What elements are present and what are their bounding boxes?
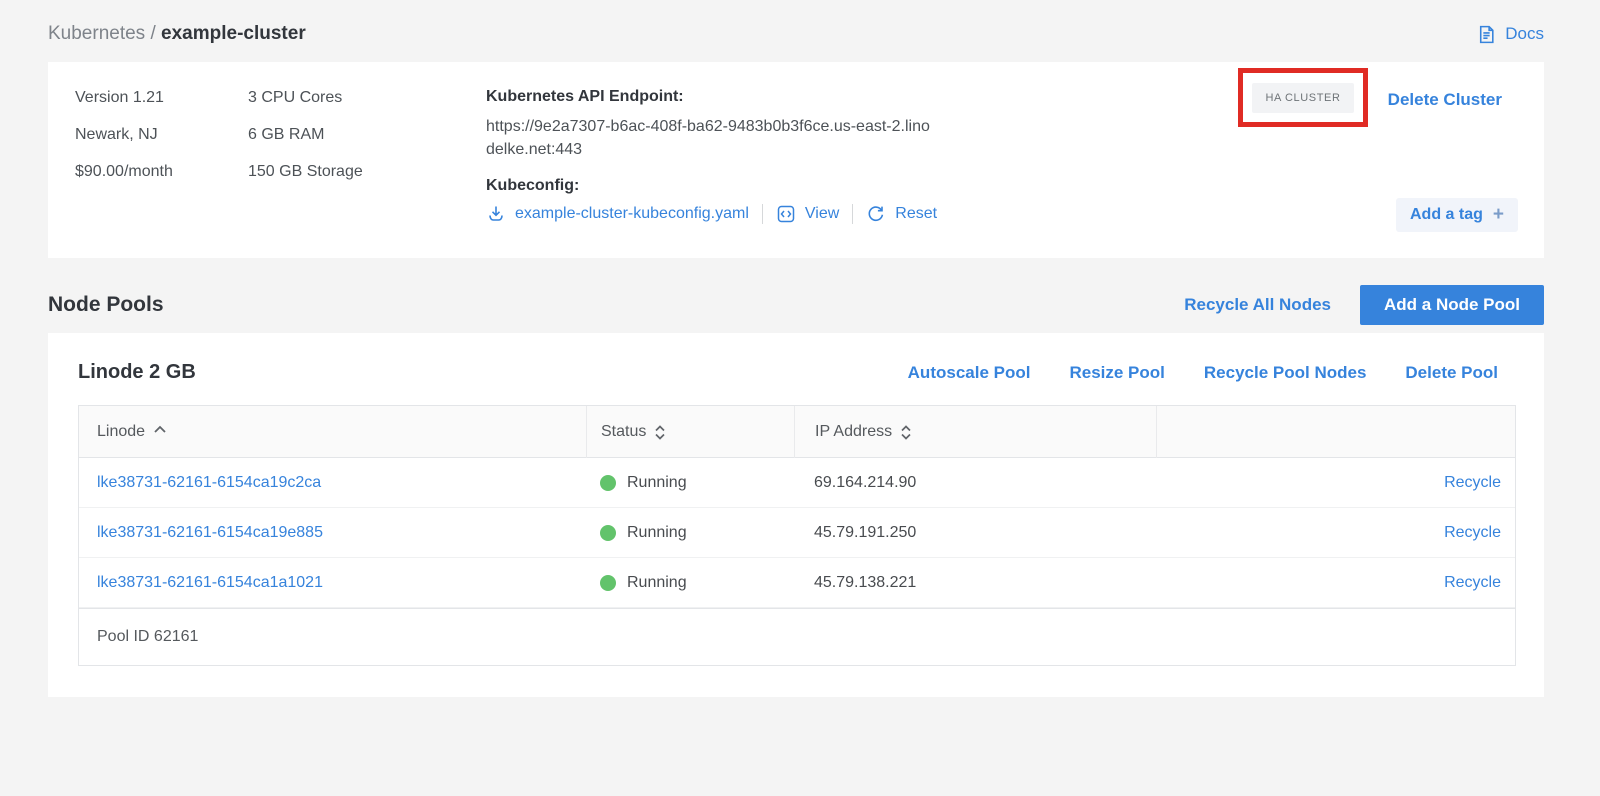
node-pool-card: Linode 2 GB Autoscale Pool Resize Pool R… xyxy=(48,333,1544,697)
download-icon xyxy=(486,204,506,224)
kubeconfig-filename: example-cluster-kubeconfig.yaml xyxy=(515,205,749,223)
breadcrumb-separator: / xyxy=(150,23,155,44)
column-header-linode[interactable]: Linode xyxy=(79,406,586,458)
kubeconfig-view-link[interactable]: View xyxy=(776,204,839,224)
reset-icon xyxy=(866,204,886,224)
delete-cluster-button[interactable]: Delete Cluster xyxy=(1388,90,1502,110)
resize-pool-button[interactable]: Resize Pool xyxy=(1069,363,1164,383)
kubeconfig-label: Kubeconfig: xyxy=(486,177,946,195)
divider xyxy=(852,204,853,224)
cluster-specs: Version 1.21 Newark, NJ $90.00/month 3 C… xyxy=(75,88,478,181)
table-row: lke38731-62161-6154ca19c2ca Running 69.1… xyxy=(79,458,1515,508)
add-tag-label: Add a tag xyxy=(1410,206,1483,224)
column-label: IP Address xyxy=(815,423,892,441)
spec-ram: 6 GB RAM xyxy=(248,126,478,144)
status-running-icon xyxy=(600,525,616,541)
status-running-icon xyxy=(600,475,616,491)
breadcrumb-cluster-name: example-cluster xyxy=(161,23,306,44)
status-label: Running xyxy=(627,524,687,542)
add-node-pool-button[interactable]: Add a Node Pool xyxy=(1360,285,1544,325)
column-label: Linode xyxy=(97,423,145,441)
breadcrumb: Kubernetes / example-cluster xyxy=(48,23,306,45)
pool-id-footer: Pool ID 62161 xyxy=(79,608,1515,665)
recycle-all-nodes-button[interactable]: Recycle All Nodes xyxy=(1184,295,1331,315)
ha-cluster-highlight-box: HA CLUSTER xyxy=(1238,68,1368,127)
node-pools-title: Node Pools xyxy=(48,293,164,317)
column-header-ip-address[interactable]: IP Address xyxy=(794,406,1156,458)
docs-link[interactable]: Docs xyxy=(1476,24,1544,45)
code-view-icon xyxy=(776,204,796,224)
table-row: lke38731-62161-6154ca19e885 Running 45.7… xyxy=(79,508,1515,558)
spec-version: Version 1.21 xyxy=(75,89,248,107)
status-label: Running xyxy=(627,574,687,592)
spec-storage: 150 GB Storage xyxy=(248,163,478,181)
sort-both-icon xyxy=(900,425,912,440)
kubernetes-cluster-page: Kubernetes / example-cluster Docs Versio… xyxy=(0,0,1600,796)
view-label: View xyxy=(805,205,839,223)
status-running-icon xyxy=(600,575,616,591)
node-ip: 45.79.191.250 xyxy=(794,524,1156,542)
spec-price: $90.00/month xyxy=(75,163,248,181)
docs-icon xyxy=(1476,24,1497,45)
sort-both-icon xyxy=(654,425,666,440)
kubeconfig-download-link[interactable]: example-cluster-kubeconfig.yaml xyxy=(486,204,749,224)
divider xyxy=(762,204,763,224)
table-row: lke38731-62161-6154ca1a1021 Running 45.7… xyxy=(79,558,1515,608)
table-header-row: Linode Status IP Address xyxy=(79,406,1515,458)
breadcrumb-section[interactable]: Kubernetes xyxy=(48,23,145,44)
spec-cpu: 3 CPU Cores xyxy=(248,89,478,107)
column-label: Status xyxy=(601,423,646,441)
recycle-node-button[interactable]: Recycle xyxy=(1444,474,1501,491)
add-tag-button[interactable]: Add a tag + xyxy=(1396,198,1518,232)
node-ip: 45.79.138.221 xyxy=(794,574,1156,592)
api-endpoint-url: https://9e2a7307-b6ac-408f-ba62-9483b0b3… xyxy=(486,115,931,161)
node-link[interactable]: lke38731-62161-6154ca1a1021 xyxy=(97,574,323,591)
node-link[interactable]: lke38731-62161-6154ca19e885 xyxy=(97,524,323,541)
autoscale-pool-button[interactable]: Autoscale Pool xyxy=(908,363,1031,383)
docs-label: Docs xyxy=(1505,24,1544,44)
api-endpoint-block: Kubernetes API Endpoint: https://9e2a730… xyxy=(486,88,946,224)
topbar: Kubernetes / example-cluster Docs xyxy=(48,16,1544,52)
column-header-status[interactable]: Status xyxy=(586,406,794,458)
nodes-table: Linode Status IP Address xyxy=(78,405,1516,666)
node-link[interactable]: lke38731-62161-6154ca19c2ca xyxy=(97,474,321,491)
plus-icon: + xyxy=(1493,208,1504,222)
recycle-node-button[interactable]: Recycle xyxy=(1444,574,1501,591)
delete-pool-button[interactable]: Delete Pool xyxy=(1405,363,1498,383)
kubeconfig-block: Kubeconfig: example-cluster-kubeconfig.y… xyxy=(486,177,946,224)
kubeconfig-reset-link[interactable]: Reset xyxy=(866,204,937,224)
status-label: Running xyxy=(627,474,687,492)
sort-ascending-icon xyxy=(153,425,167,434)
recycle-pool-nodes-button[interactable]: Recycle Pool Nodes xyxy=(1204,363,1367,383)
node-ip: 69.164.214.90 xyxy=(794,474,1156,492)
cluster-summary-panel: Version 1.21 Newark, NJ $90.00/month 3 C… xyxy=(48,62,1544,258)
recycle-node-button[interactable]: Recycle xyxy=(1444,524,1501,541)
api-endpoint-label: Kubernetes API Endpoint: xyxy=(486,88,946,106)
node-pools-header: Node Pools Recycle All Nodes Add a Node … xyxy=(48,285,1544,325)
reset-label: Reset xyxy=(895,205,937,223)
column-header-actions xyxy=(1156,406,1515,458)
ha-cluster-badge: HA CLUSTER xyxy=(1252,83,1353,113)
spec-region: Newark, NJ xyxy=(75,126,248,144)
pool-name: Linode 2 GB xyxy=(78,361,196,384)
